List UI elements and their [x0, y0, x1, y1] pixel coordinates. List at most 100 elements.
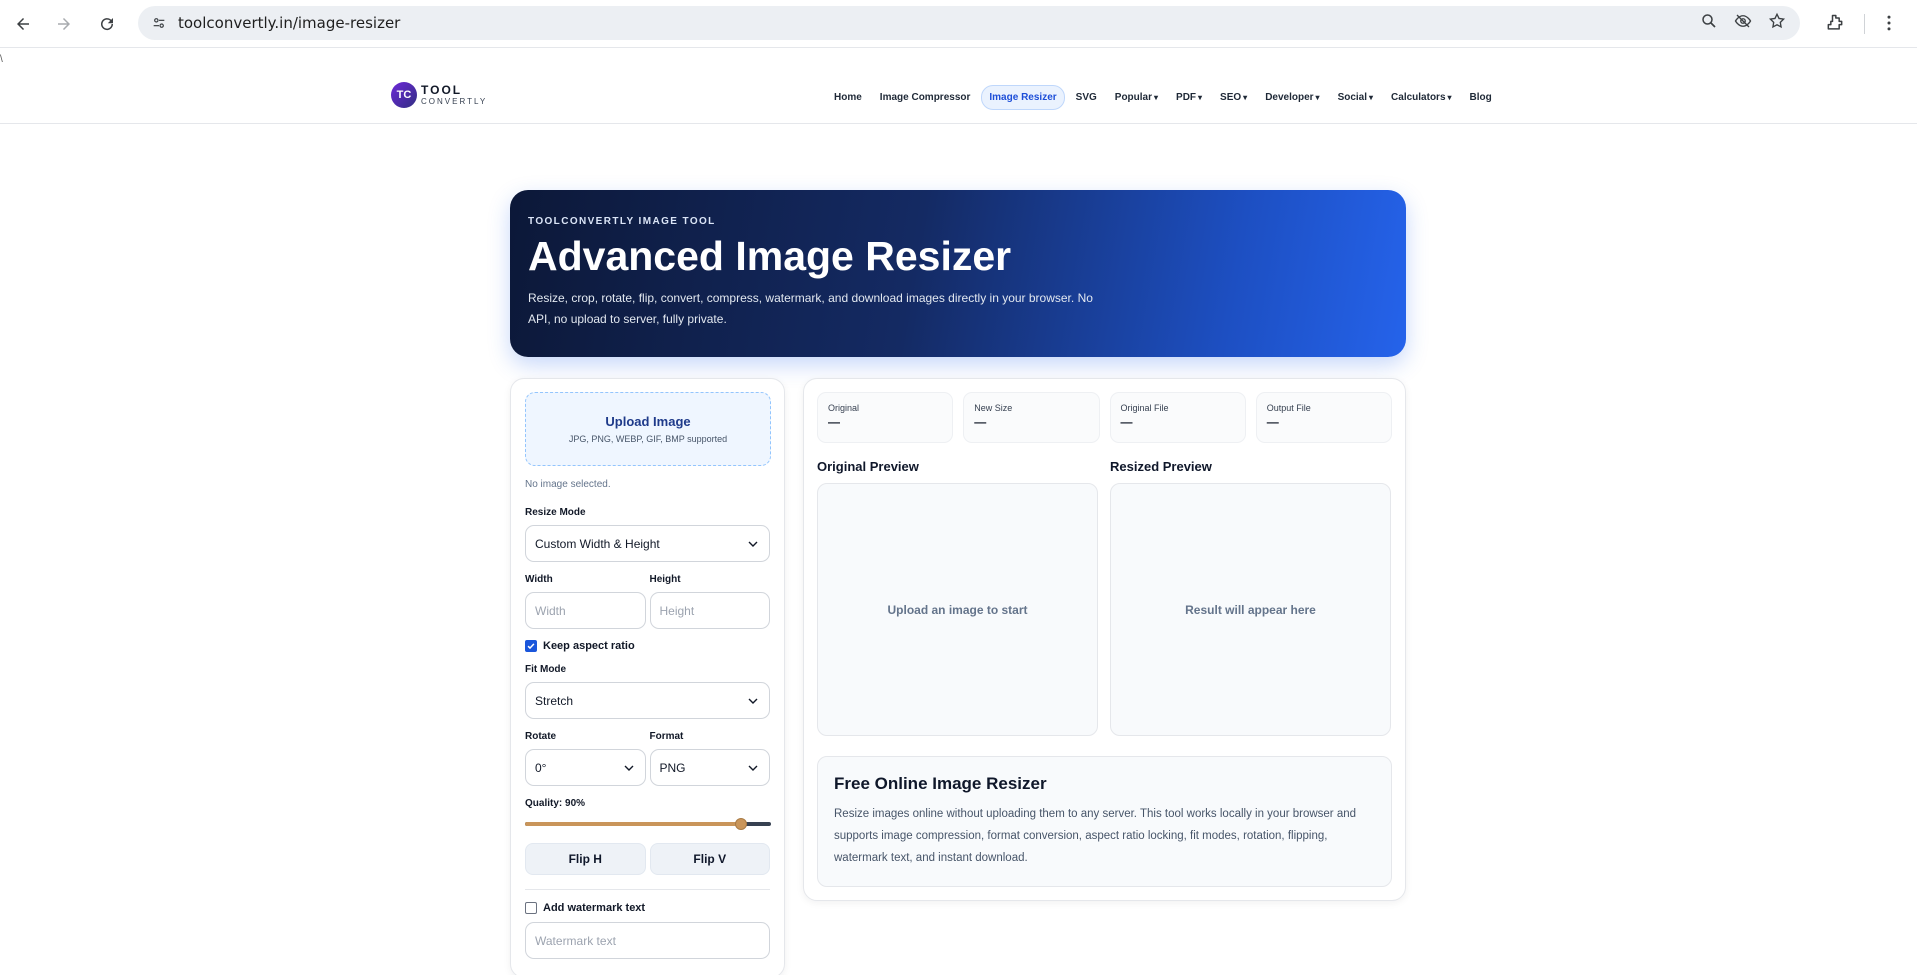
- stat-card-output-file: Output File —: [1255, 392, 1392, 443]
- resize-mode-value: Custom Width & Height: [535, 536, 660, 551]
- nav-item-developer[interactable]: Developer ▾: [1258, 86, 1326, 109]
- rotate-value: 0°: [535, 760, 547, 775]
- nav-item-image-compressor[interactable]: Image Compressor: [873, 86, 978, 109]
- keep-aspect-checkbox[interactable]: [525, 640, 537, 652]
- file-status: No image selected.: [525, 479, 611, 490]
- caret-down-icon: ▾: [1198, 93, 1203, 102]
- nav-item-label: Calculators: [1391, 92, 1446, 103]
- zoom-icon[interactable]: [1700, 12, 1718, 35]
- nav-item-label: Social: [1337, 92, 1368, 103]
- original-preview-title: Original Preview: [817, 459, 919, 474]
- nav-item-label: Home: [834, 92, 862, 103]
- nav-item-calculators[interactable]: Calculators ▾: [1384, 86, 1458, 109]
- format-label: Format: [649, 731, 684, 742]
- watermark-checkbox[interactable]: [525, 902, 537, 914]
- stat-label: Original: [828, 403, 860, 413]
- caret-down-icon: ▾: [1369, 93, 1374, 102]
- nav-item-label: Blog: [1469, 92, 1492, 103]
- flip-horizontal-button[interactable]: Flip H: [525, 843, 646, 875]
- main-nav: Home Image Compressor Image Resizer SVG Popu…: [827, 85, 1499, 110]
- fit-mode-value: Stretch: [535, 693, 574, 708]
- nav-item-home[interactable]: Home: [827, 86, 869, 109]
- quality-slider[interactable]: [525, 817, 771, 831]
- reload-button[interactable]: [95, 12, 119, 36]
- nav-item-seo[interactable]: SEO ▾: [1213, 86, 1254, 109]
- preview-panel: Original — New Size — Original File — Ou…: [803, 378, 1406, 901]
- controls-panel: Upload Image JPG, PNG, WEBP, GIF, BMP su…: [510, 378, 785, 975]
- hero-banner: TOOLCONVERTLY IMAGE TOOL Advanced Image …: [510, 190, 1406, 357]
- resized-preview-box: Result will appear here: [1110, 483, 1391, 736]
- stray-character: \: [0, 54, 3, 65]
- divider: [525, 889, 770, 890]
- caret-down-icon: ▾: [1154, 93, 1159, 102]
- info-text: Resize images online without uploading t…: [834, 808, 1357, 864]
- stat-value: —: [828, 415, 840, 429]
- resized-preview-section: Resized Preview Result will appear here: [1110, 459, 1391, 736]
- nav-item-image-resizer[interactable]: Image Resizer: [981, 85, 1065, 110]
- site-settings-icon[interactable]: [148, 12, 170, 34]
- width-label: Width: [525, 574, 553, 585]
- stat-label: Original File: [1120, 403, 1169, 413]
- nav-item-label: Popular: [1114, 92, 1153, 103]
- nav-item-blog[interactable]: Blog: [1463, 86, 1499, 109]
- nav-item-popular[interactable]: Popular ▾: [1108, 86, 1165, 109]
- nav-item-svg[interactable]: SVG: [1069, 86, 1104, 109]
- chevron-down-icon: [748, 541, 758, 547]
- slider-thumb[interactable]: [735, 818, 748, 830]
- watermark-label: Add watermark text: [543, 902, 646, 914]
- rotate-select[interactable]: 0°: [525, 749, 646, 786]
- separator: [1864, 14, 1865, 34]
- eye-off-icon[interactable]: [1734, 12, 1752, 35]
- check-icon: [527, 643, 535, 650]
- width-input[interactable]: [525, 592, 646, 629]
- caret-down-icon: ▾: [1243, 93, 1248, 102]
- watermark-input[interactable]: [525, 922, 770, 959]
- original-preview-empty: Upload an image to start: [887, 602, 1028, 617]
- address-bar[interactable]: toolconvertly.in/image-resizer: [138, 6, 1800, 40]
- resize-mode-select[interactable]: Custom Width & Height: [525, 525, 770, 562]
- url-text[interactable]: toolconvertly.in/image-resizer: [178, 14, 400, 32]
- site-logo[interactable]: TC TOOL CONVERTLY: [391, 82, 487, 108]
- fit-mode-select[interactable]: Stretch: [525, 682, 770, 719]
- nav-item-label: SEO: [1220, 92, 1242, 103]
- watermark-row[interactable]: Add watermark text: [525, 902, 770, 914]
- stat-label: Output File: [1266, 403, 1311, 413]
- info-card: Free Online Image Resizer Resize images …: [817, 756, 1392, 887]
- nav-item-label: Developer: [1265, 92, 1314, 103]
- more-menu-icon[interactable]: [1879, 13, 1899, 38]
- original-preview-box: Upload an image to start: [817, 483, 1098, 736]
- stat-card-original-file: Original File —: [1109, 392, 1246, 443]
- hero-description: Resize, crop, rotate, flip, convert, com…: [528, 291, 1093, 326]
- keep-aspect-label: Keep aspect ratio: [543, 640, 635, 652]
- info-title: Free Online Image Resizer: [834, 774, 1047, 793]
- nav-item-label: PDF: [1176, 92, 1197, 103]
- stat-card-original: Original —: [817, 392, 954, 443]
- stat-value: —: [974, 415, 987, 429]
- upload-dropzone[interactable]: Upload Image JPG, PNG, WEBP, GIF, BMP su…: [525, 392, 771, 466]
- slider-fill: [525, 822, 742, 826]
- logo-badge: TC: [391, 82, 417, 108]
- extensions-icon[interactable]: [1825, 13, 1845, 38]
- fit-mode-label: Fit Mode: [525, 664, 567, 675]
- arrow-right-icon: [58, 18, 70, 30]
- format-value: PNG: [659, 760, 686, 775]
- keep-aspect-row[interactable]: Keep aspect ratio: [525, 640, 770, 652]
- stat-label: New Size: [974, 403, 1013, 413]
- site-header: TC TOOL CONVERTLY Home Image Compressor Im…: [0, 50, 1917, 124]
- original-preview-section: Original Preview Upload an image to star…: [817, 459, 1098, 736]
- logo-top-text: TOOL: [421, 83, 463, 97]
- resized-preview-empty: Result will appear here: [1185, 602, 1316, 617]
- stat-value: —: [1120, 415, 1133, 429]
- nav-item-pdf[interactable]: PDF ▾: [1169, 86, 1209, 109]
- flip-vertical-button[interactable]: Flip V: [649, 843, 770, 875]
- bookmark-star-icon[interactable]: [1768, 12, 1786, 35]
- format-select[interactable]: PNG: [649, 749, 770, 786]
- nav-item-social[interactable]: Social ▾: [1331, 86, 1380, 109]
- back-button[interactable]: [11, 12, 35, 36]
- caret-down-icon: ▾: [1447, 93, 1452, 102]
- nav-item-label: Image Compressor: [879, 92, 971, 103]
- height-input[interactable]: [649, 592, 770, 629]
- stat-value: —: [1266, 415, 1279, 429]
- chevron-down-icon: [624, 765, 633, 771]
- forward-button[interactable]: [52, 12, 76, 36]
